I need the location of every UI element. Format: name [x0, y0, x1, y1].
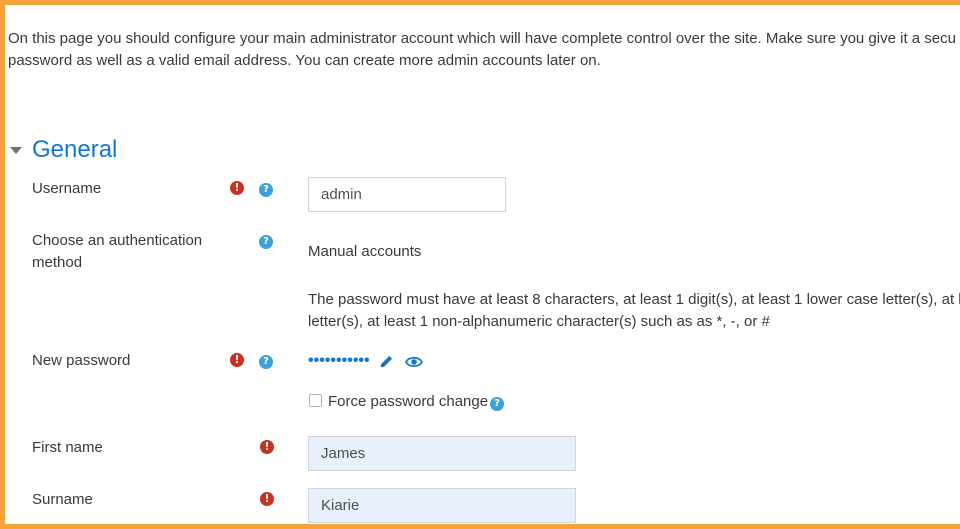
required-icon: ! — [230, 181, 244, 195]
collapse-caret-icon[interactable] — [10, 146, 22, 154]
first-name-value: James — [321, 445, 366, 462]
force-password-change-checkbox[interactable] — [309, 394, 322, 407]
auth-method-value: Manual accounts — [308, 243, 422, 260]
username-value: admin — [321, 186, 362, 203]
required-icon: ! — [260, 440, 274, 454]
intro-line-2: password as well as a valid email addres… — [8, 52, 601, 69]
surname-input[interactable]: Kiarie — [308, 488, 576, 523]
intro-line-1: On this page you should configure your m… — [8, 30, 956, 47]
password-policy-line-1: The password must have at least 8 charac… — [308, 291, 960, 308]
intro-text: On this page you should configure your m… — [8, 28, 960, 72]
password-masked-value: ••••••••••• — [308, 352, 370, 369]
required-icon: ! — [260, 492, 274, 506]
username-input[interactable]: admin — [308, 177, 506, 212]
general-section-header[interactable]: General — [10, 136, 117, 164]
frame-top-border — [0, 0, 960, 5]
username-label: Username — [32, 180, 102, 197]
auth-method-label: Choose an authentication method — [32, 230, 202, 274]
help-icon[interactable]: ? — [490, 397, 504, 411]
first-name-label: First name — [32, 439, 103, 456]
password-policy-text: The password must have at least 8 charac… — [308, 289, 960, 333]
first-name-input[interactable]: James — [308, 436, 576, 471]
auth-label-line-1: Choose an authentication — [32, 232, 203, 249]
pencil-icon[interactable] — [379, 354, 394, 369]
help-icon[interactable]: ? — [259, 355, 273, 369]
help-icon[interactable]: ? — [259, 235, 273, 249]
password-policy-line-2: letter(s), at least 1 non-alphanumeric c… — [308, 313, 770, 330]
help-icon[interactable]: ? — [259, 183, 273, 197]
surname-label: Surname — [32, 491, 93, 508]
section-title[interactable]: General — [32, 136, 117, 164]
eye-icon[interactable] — [405, 355, 423, 369]
auth-label-line-2: method — [32, 254, 83, 271]
new-password-label: New password — [32, 352, 131, 369]
force-password-change-label[interactable]: Force password change — [328, 391, 488, 413]
surname-value: Kiarie — [321, 497, 360, 514]
required-icon: ! — [230, 353, 244, 367]
